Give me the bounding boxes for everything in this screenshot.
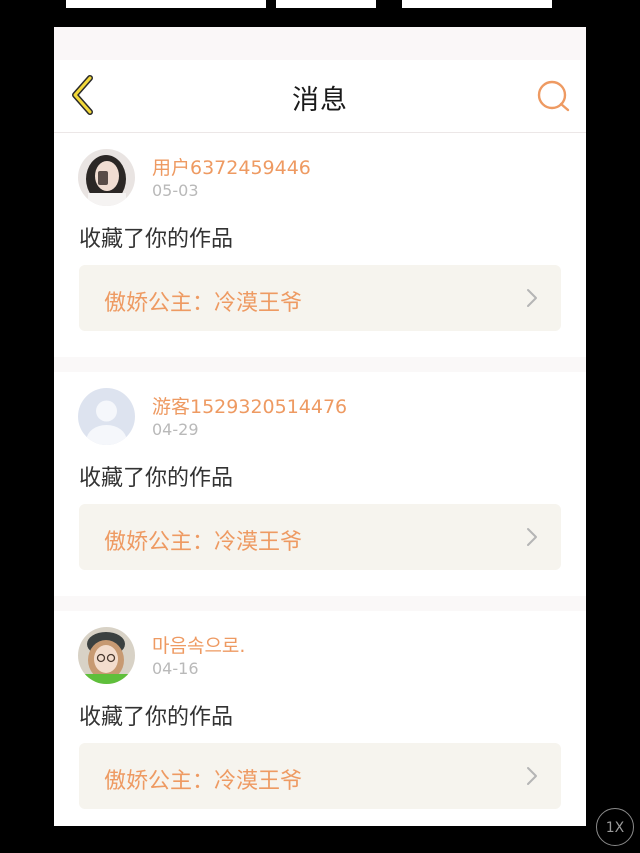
avatar-image — [78, 149, 135, 206]
work-title: 傲娇公主：冷漠王爷 — [104, 769, 303, 794]
user-name[interactable]: 마음속으로. — [152, 631, 245, 658]
frame-tab — [276, 0, 376, 8]
message-date: 04-29 — [152, 420, 199, 439]
chevron-right-icon — [527, 289, 537, 307]
work-link[interactable]: 傲娇公主：冷漠王爷 — [79, 743, 561, 809]
message-text: 收藏了你的作品 — [79, 227, 234, 252]
work-link[interactable]: 傲娇公主：冷漠王爷 — [79, 265, 561, 331]
user-name[interactable]: 用户6372459446 — [152, 153, 311, 180]
message-card: 마음속으로. 04-16 收藏了你的作品 傲娇公主：冷漠王爷 — [54, 611, 586, 826]
navigation-bar: 消息 — [54, 60, 586, 133]
status-bar — [54, 27, 586, 60]
avatar[interactable] — [78, 388, 135, 445]
avatar-image — [78, 627, 135, 684]
message-date: 05-03 — [152, 181, 199, 200]
message-card: 游客1529320514476 04-29 收藏了你的作品 傲娇公主：冷漠王爷 — [54, 372, 586, 596]
search-icon — [537, 80, 570, 112]
default-avatar-icon — [78, 388, 135, 445]
search-button[interactable] — [534, 76, 574, 116]
avatar[interactable] — [78, 149, 135, 206]
zoom-level-button[interactable]: 1X — [596, 808, 634, 846]
chevron-right-icon — [527, 528, 537, 546]
work-link[interactable]: 傲娇公主：冷漠王爷 — [79, 504, 561, 570]
chevron-right-icon — [527, 767, 537, 785]
frame-tab — [402, 0, 552, 8]
page-title: 消息 — [292, 85, 348, 116]
phone-screen: 消息 用户6372459446 05-03 收藏了你的作品 傲娇公主：冷漠王爷 — [54, 27, 586, 826]
avatar[interactable] — [78, 627, 135, 684]
message-date: 04-16 — [152, 659, 199, 678]
message-card: 用户6372459446 05-03 收藏了你的作品 傲娇公主：冷漠王爷 — [54, 133, 586, 357]
user-name[interactable]: 游客1529320514476 — [152, 392, 347, 419]
message-text: 收藏了你的作品 — [79, 466, 234, 491]
work-title: 傲娇公主：冷漠王爷 — [104, 291, 303, 316]
message-text: 收藏了你的作品 — [79, 705, 234, 730]
frame-tab — [66, 0, 266, 8]
work-title: 傲娇公主：冷漠王爷 — [104, 530, 303, 555]
